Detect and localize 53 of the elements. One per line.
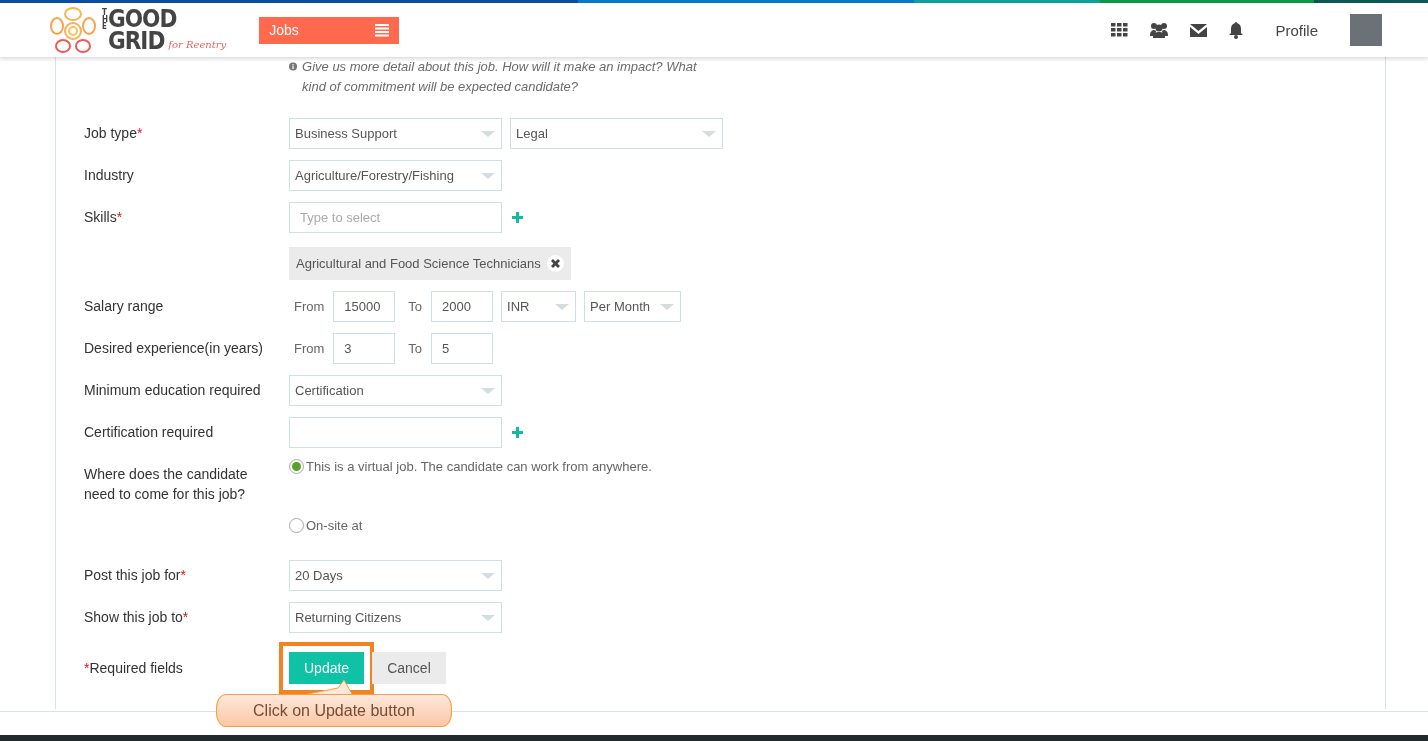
menu-icon (375, 23, 390, 37)
add-icon[interactable] (512, 212, 523, 223)
range-label: From (293, 299, 326, 314)
dropdown[interactable]: Returning Citizens (289, 602, 502, 633)
field-label: Minimum education required (84, 382, 261, 398)
input-field[interactable]: 5 (431, 333, 494, 364)
field-label: Salary range (84, 298, 164, 314)
input-field[interactable]: 15000 (333, 291, 396, 322)
field-label: Desired experience(in years) (84, 340, 263, 356)
logo-text: GOOD (108, 8, 178, 30)
range-label: To (407, 299, 424, 314)
bell-icon[interactable] (1229, 21, 1244, 39)
logo-text: THE (102, 8, 107, 30)
input-field[interactable]: 3 (333, 333, 396, 364)
radio-label: On-site at (306, 518, 363, 533)
logo-tagline: for Reentry (168, 38, 227, 52)
range-label: From (293, 341, 326, 356)
dropdown[interactable]: INR (501, 291, 577, 322)
field-label: Where does the candidate need to come for this job? (84, 466, 248, 502)
radio-button[interactable] (289, 518, 304, 533)
input-field[interactable] (289, 417, 502, 448)
logo-text: GRID (108, 30, 165, 52)
flower-logo-icon (48, 6, 98, 54)
input-field[interactable]: Type to select (289, 202, 502, 233)
profile-link[interactable]: Profile (1275, 21, 1318, 39)
apps-grid-icon[interactable] (1111, 23, 1129, 37)
field-label: Certification required (84, 424, 214, 440)
range-label: To (407, 341, 424, 356)
field-label: Job type* (84, 125, 143, 141)
dropdown[interactable]: Legal (510, 118, 723, 149)
info-icon (289, 60, 298, 73)
callout-bubble: Click on Update button (216, 694, 452, 727)
required-note: *Required fields (84, 660, 183, 676)
field-label: Show this job to* (84, 609, 189, 625)
dropdown[interactable]: Per Month (584, 291, 682, 322)
dropdown[interactable]: Business Support (289, 118, 502, 149)
cancel-button[interactable]: Cancel (372, 652, 446, 684)
mail-icon[interactable] (1190, 23, 1208, 37)
skill-tag: Agricultural and Food Science Technicians (289, 247, 571, 280)
remove-icon[interactable] (546, 255, 564, 272)
dropdown[interactable]: Certification (289, 375, 502, 406)
hint-text: Give us more detail about this job. How will it make an impact? What kind of commitment will be expected candidate? (302, 58, 698, 96)
callout-pointer (308, 680, 354, 696)
radio-button[interactable] (289, 459, 304, 474)
field-label: Industry (84, 167, 134, 183)
field-label: Post this job for* (84, 567, 186, 583)
dropdown[interactable]: 20 Days (289, 560, 502, 591)
radio-label: This is a virtual job. The candidate can work from anywhere. (306, 459, 652, 474)
users-icon[interactable] (1150, 22, 1169, 38)
add-icon[interactable] (512, 427, 523, 438)
input-field[interactable]: 2000 (431, 291, 494, 322)
dropdown[interactable]: Agriculture/Forestry/Fishing (289, 160, 502, 191)
field-label: Skills* (84, 209, 123, 225)
